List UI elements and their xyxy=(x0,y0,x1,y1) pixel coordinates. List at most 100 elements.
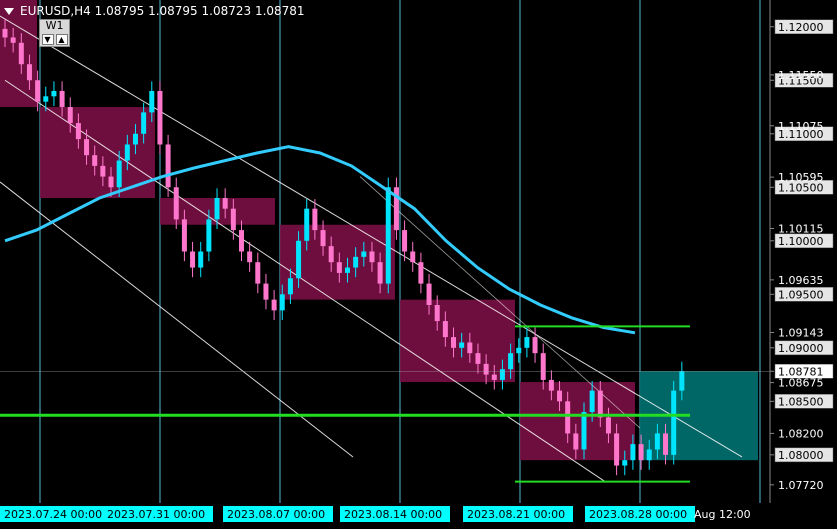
candle-body-78 xyxy=(638,444,644,461)
price-label-extra-4: 1.09635 xyxy=(778,274,824,287)
time-label-4: 2023.08.21 00:00 xyxy=(467,508,565,521)
price-label-extra-7: 1.08200 xyxy=(778,427,824,440)
timeframe-label: W1 xyxy=(45,19,64,32)
candle-body-28 xyxy=(230,208,236,231)
candle-body-69 xyxy=(565,401,571,434)
candle-body-1 xyxy=(10,37,16,43)
price-label-extra-0: 1.11550 xyxy=(778,69,824,82)
candle-body-83 xyxy=(679,371,685,391)
candle-body-14 xyxy=(116,160,122,188)
candle-body-16 xyxy=(132,133,138,145)
candle-body-3 xyxy=(26,64,32,81)
candle-body-72 xyxy=(589,390,595,413)
candle-body-49 xyxy=(402,230,408,252)
candle-body-9 xyxy=(75,123,81,140)
candle-body-52 xyxy=(426,283,432,306)
candle-body-77 xyxy=(630,444,636,461)
candle-body-22 xyxy=(181,219,187,252)
candle-body-6 xyxy=(51,90,57,97)
candle-body-43 xyxy=(353,256,359,268)
candle-body-70 xyxy=(573,433,579,450)
candle-body-20 xyxy=(165,144,171,188)
candle-body-39 xyxy=(320,230,326,247)
time-label-5: 2023.08.28 00:00 xyxy=(589,508,687,521)
candle-body-19 xyxy=(157,90,163,145)
candle-body-33 xyxy=(271,299,277,311)
current-price-label: 1.08781 xyxy=(778,365,824,378)
candle-body-76 xyxy=(622,460,628,466)
candle-47 xyxy=(385,177,391,294)
candle-body-15 xyxy=(124,144,130,161)
candle-body-68 xyxy=(557,390,563,402)
menu-triangle-icon[interactable] xyxy=(4,7,14,15)
candle-body-80 xyxy=(654,433,660,450)
price-label-extra-3: 1.10115 xyxy=(778,222,824,235)
price-label-extra-8: 1.07720 xyxy=(778,479,824,492)
candle-body-61 xyxy=(499,369,505,380)
candle-body-23 xyxy=(190,251,196,268)
candle-body-47 xyxy=(385,187,391,284)
chart-area[interactable]: 1.12000 1.11500 1.11000 1.10500 1.10000 1.095… xyxy=(0,0,837,525)
time-label-6: Aug 12:00 xyxy=(694,508,751,521)
candle-body-57 xyxy=(467,342,473,354)
time-label-0: 2023.07.24 00:00 xyxy=(4,508,102,521)
candle-body-82 xyxy=(671,390,677,455)
candle-body-45 xyxy=(369,251,375,263)
candle-body-27 xyxy=(222,197,228,209)
candle-19 xyxy=(157,81,163,155)
candle-body-40 xyxy=(328,246,334,263)
candle-body-63 xyxy=(516,347,522,354)
candle-body-4 xyxy=(35,80,41,102)
candle-body-30 xyxy=(247,251,253,263)
candle-body-71 xyxy=(581,412,587,450)
candle-body-34 xyxy=(279,294,285,311)
time-label-1: 2023.07.31 00:00 xyxy=(107,508,205,521)
candle-body-66 xyxy=(540,353,546,380)
price-label-extra-6: 1.08675 xyxy=(778,377,824,390)
price-label-6: 1.09000 xyxy=(778,342,824,355)
candle-body-51 xyxy=(418,262,424,284)
candle-body-24 xyxy=(198,251,204,268)
candle-body-53 xyxy=(434,305,440,322)
candle-82 xyxy=(671,380,677,465)
candle-body-32 xyxy=(263,283,269,300)
candle-body-50 xyxy=(410,251,416,263)
price-label-0: 1.12000 xyxy=(778,21,824,34)
candle-body-25 xyxy=(206,219,212,252)
time-label-3: 2023.08.14 00:00 xyxy=(344,508,442,521)
price-chart-svg[interactable]: 1.120001.115001.110001.105001.100001.095… xyxy=(0,0,837,525)
candle-body-11 xyxy=(92,155,98,166)
candle-body-81 xyxy=(663,433,669,455)
price-label-4: 1.10000 xyxy=(778,235,824,248)
timeframe-down-arrow-icon[interactable]: ▼ xyxy=(41,34,54,45)
candle-body-2 xyxy=(18,42,24,65)
candle-body-10 xyxy=(84,139,90,156)
candle-body-26 xyxy=(214,197,220,220)
price-label-extra-2: 1.10595 xyxy=(778,171,824,184)
timeframe-badge[interactable]: W1 ▼ ▲ xyxy=(39,19,70,47)
candle-body-44 xyxy=(361,251,367,257)
candle-body-41 xyxy=(336,262,342,273)
candle-body-13 xyxy=(108,176,114,188)
candle-body-5 xyxy=(43,96,49,102)
candle-body-35 xyxy=(287,278,293,295)
candle-body-64 xyxy=(524,337,530,348)
timeframe-up-arrow-icon[interactable]: ▲ xyxy=(55,34,68,45)
candle-body-37 xyxy=(304,208,310,241)
price-label-extra-5: 1.09143 xyxy=(778,327,824,340)
candle-body-8 xyxy=(67,107,73,124)
candle-body-67 xyxy=(548,379,554,391)
candle-body-29 xyxy=(238,230,244,252)
price-label-7: 1.08500 xyxy=(778,395,824,408)
price-label-8: 1.08000 xyxy=(778,449,824,462)
candle-body-46 xyxy=(377,262,383,284)
candle-body-79 xyxy=(646,449,652,461)
candle-body-31 xyxy=(255,262,261,284)
price-label-5: 1.09500 xyxy=(778,288,824,301)
candle-body-59 xyxy=(483,363,489,375)
candle-body-21 xyxy=(173,187,179,220)
candle-body-75 xyxy=(614,433,620,466)
candle-body-18 xyxy=(149,90,155,113)
candle-body-55 xyxy=(451,337,457,348)
candle-body-54 xyxy=(442,321,448,338)
